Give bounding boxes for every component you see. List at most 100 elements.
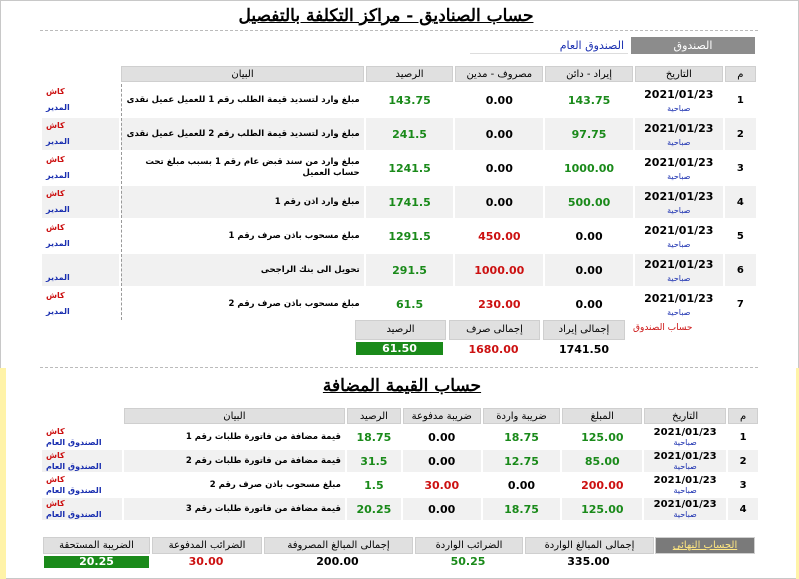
table-row: 4 2021/01/23 صباحية 125.00 18.75 0.00 20.25 قيم… bbox=[42, 498, 758, 520]
row-date: 2021/01/23 صباحية bbox=[635, 220, 723, 252]
row-user: المدير bbox=[46, 205, 70, 214]
row-balance: 61.5 bbox=[395, 297, 424, 311]
row-amount: 125.00 bbox=[581, 430, 624, 444]
row-user: المدير bbox=[46, 273, 70, 282]
row-cash: كاش bbox=[46, 121, 65, 130]
row-date: 2021/01/23 صباحية bbox=[644, 498, 727, 520]
row-income: 0.00 bbox=[545, 254, 633, 286]
row-cash: كاش bbox=[46, 189, 65, 198]
row-balance: 241.5 bbox=[365, 118, 454, 150]
row-index: 5 bbox=[736, 230, 744, 242]
col-date: التاريخ bbox=[634, 66, 723, 82]
row-balance: 1241.5 bbox=[388, 161, 431, 175]
row-side: كاش المدير bbox=[42, 186, 120, 218]
row-shift: صباحية bbox=[667, 307, 691, 317]
total-amount-in-label: إجمالى المبالغ الواردة bbox=[525, 537, 654, 554]
row-amount: 125.00 bbox=[562, 498, 643, 520]
row-side: كاش الصندوق العام bbox=[42, 426, 122, 448]
row-income: 500.00 bbox=[545, 186, 633, 218]
row-fund: الصندوق العام bbox=[46, 438, 102, 447]
row-fund: الصندوق العام bbox=[46, 486, 102, 495]
col-amount: المبلغ bbox=[562, 408, 643, 424]
row-cash: كاش bbox=[46, 155, 65, 164]
row-date: 2021/01/23 صباحية bbox=[635, 288, 723, 320]
row-income: 97.75 bbox=[545, 118, 633, 150]
col-side bbox=[42, 408, 122, 424]
col-income: إيراد - دائن bbox=[545, 66, 633, 82]
row-balance: 1741.5 bbox=[365, 186, 454, 218]
row-fund: الصندوق العام bbox=[46, 510, 102, 519]
row-side: كاش المدير bbox=[42, 152, 119, 184]
row-description: قيمة مضافة من فاتورة طلبات رقم 3 bbox=[123, 498, 345, 520]
row-date: 2021/01/23 صباحية bbox=[635, 84, 723, 116]
row-date: 2021/01/23 صباحية bbox=[644, 450, 727, 472]
col-description: البيان bbox=[121, 66, 364, 82]
row-user: المدير bbox=[46, 171, 70, 180]
row-index: 3 bbox=[739, 479, 747, 491]
funds-title: حساب الصناديق - مراكز التكلفة بالتفصيل bbox=[238, 6, 534, 26]
total-amount-in-value: 335.00 bbox=[567, 555, 610, 568]
total-tax-paid-label: الضرائب المدفوعة bbox=[152, 537, 262, 554]
sum-balance-value: 61.50 bbox=[356, 342, 443, 355]
row-description: مبلغ مسحوب باذن صرف رقم 2 bbox=[209, 479, 341, 490]
row-date: 2021/01/23 صباحية bbox=[634, 254, 723, 286]
row-cash: كاش bbox=[46, 291, 65, 300]
row-expense: 230.00 bbox=[478, 297, 521, 311]
row-tax-in: 12.75 bbox=[482, 450, 561, 472]
row-side: المدير bbox=[42, 254, 120, 286]
row-side: كاش المدير bbox=[42, 84, 119, 116]
row-cash: كاش bbox=[46, 475, 65, 484]
total-tax-in-value: 50.25 bbox=[450, 555, 486, 568]
funds-table: م التاريخ إيراد - دائن مصروف - مدين الرص… bbox=[40, 64, 758, 322]
row-description: مبلغ وارد لتسديد قيمة الطلب رقم 2 للعميل… bbox=[121, 118, 364, 150]
divider bbox=[40, 367, 758, 368]
col-description: البيان bbox=[123, 408, 345, 424]
row-balance: 18.75 bbox=[356, 430, 392, 444]
row-shift: صباحية bbox=[667, 273, 691, 283]
row-shift: صباحية bbox=[673, 510, 697, 519]
row-index: 2 bbox=[728, 450, 758, 472]
row-description: مبلغ وارد من سند قبض عام رقم 1 بسبب مبلغ… bbox=[121, 152, 363, 184]
row-fund: الصندوق العام bbox=[46, 462, 102, 471]
final-account-link[interactable]: الحساب النهائى bbox=[655, 537, 755, 554]
row-user: المدير bbox=[46, 103, 70, 112]
total-amount-out-label: إجمالى المبالغ المصروفة bbox=[264, 537, 413, 554]
row-description: مبلغ مسحوب باذن صرف رقم 1 bbox=[121, 220, 363, 252]
table-row: 1 2021/01/23 صباحية 143.75 0.00 143.75 مبلغ وا… bbox=[42, 84, 756, 116]
col-balance: الرصيد bbox=[346, 408, 401, 424]
row-date: 2021/01/23 صباحية bbox=[644, 426, 726, 448]
table-row: 7 2021/01/23 صباحية 0.00 230.00 61.5 مبلغ مسحو… bbox=[42, 288, 756, 320]
row-tax-in: 18.75 bbox=[482, 498, 561, 520]
row-index: 3 bbox=[736, 162, 744, 174]
row-balance: 291.5 bbox=[365, 254, 454, 286]
row-description: تحويل الى بنك الراجحى bbox=[121, 254, 364, 286]
row-cash: كاش bbox=[46, 87, 65, 96]
row-balance: 1291.5 bbox=[388, 229, 431, 243]
fund-selector-value[interactable]: الصندوق العام bbox=[470, 37, 628, 54]
row-shift: صباحية bbox=[667, 137, 691, 147]
row-shift: صباحية bbox=[667, 205, 691, 215]
sum-balance-label: الرصيد bbox=[355, 320, 446, 340]
row-cash: كاش bbox=[46, 499, 65, 508]
total-tax-paid-value: 30.00 bbox=[188, 555, 224, 568]
row-user: المدير bbox=[46, 307, 70, 316]
row-index: 4 bbox=[728, 498, 758, 520]
row-user: المدير bbox=[46, 137, 70, 146]
row-side: كاش المدير bbox=[42, 220, 119, 252]
total-amount-out-value: 200.00 bbox=[316, 555, 359, 568]
col-expense: مصروف - مدين bbox=[455, 66, 544, 82]
col-date: التاريخ bbox=[644, 408, 727, 424]
table-row: 5 2021/01/23 صباحية 0.00 450.00 1291.5 مبلغ مس… bbox=[42, 220, 756, 252]
row-amount: 85.00 bbox=[562, 450, 643, 472]
row-side: كاش المدير bbox=[42, 288, 119, 320]
fund-account-link[interactable]: حساب الصندوق bbox=[633, 323, 692, 333]
col-tax-in: ضريبة واردة bbox=[482, 408, 561, 424]
col-balance: الرصيد bbox=[365, 66, 454, 82]
row-amount: 200.00 bbox=[581, 478, 624, 492]
fund-selector-label: الصندوق bbox=[631, 37, 755, 54]
row-expense: 0.00 bbox=[455, 118, 544, 150]
row-shift: صباحية bbox=[673, 486, 697, 495]
row-index: 2 bbox=[724, 118, 756, 150]
row-expense: 450.00 bbox=[478, 229, 521, 243]
row-shift: صباحية bbox=[667, 103, 691, 113]
